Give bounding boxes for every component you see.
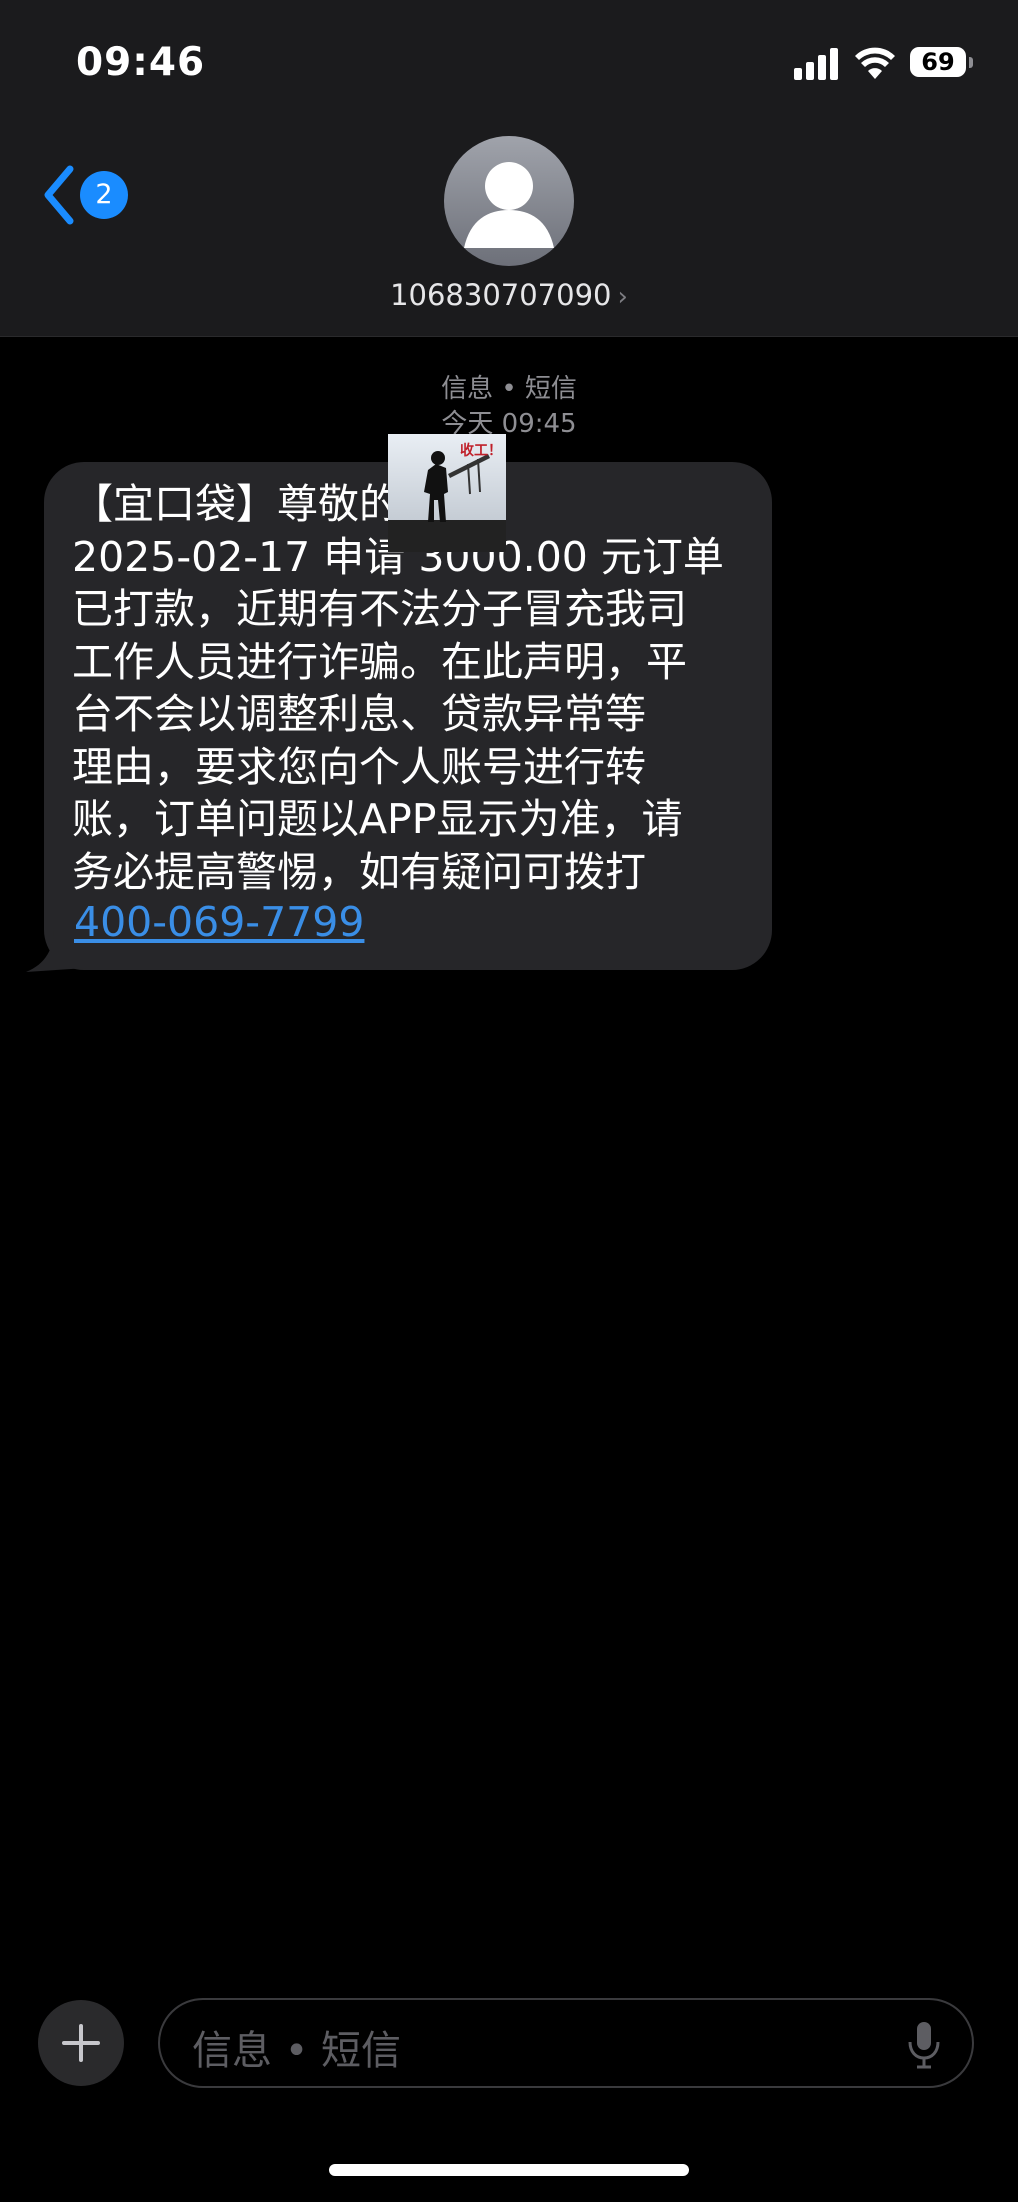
- contact-number: 106830707090: [390, 278, 612, 312]
- contact-name[interactable]: 106830707090 ›: [0, 278, 1018, 312]
- plus-icon: [62, 2024, 100, 2062]
- wifi-icon: [855, 47, 895, 79]
- chevron-right-icon: ›: [617, 282, 628, 312]
- home-indicator[interactable]: [329, 2164, 689, 2176]
- conversation-service-label: 信息 • 短信: [441, 374, 577, 404]
- sticker-image: 收工！: [388, 434, 506, 552]
- message-timestamp: 今天 09:45: [441, 409, 577, 439]
- person-icon: [464, 162, 554, 248]
- message-input[interactable]: 信息 • 短信: [158, 1998, 974, 2088]
- chevron-left-icon: [44, 165, 74, 225]
- sticker-caption: 收工！: [460, 443, 502, 459]
- contact-avatar[interactable]: [444, 136, 574, 266]
- cellular-signal-icon: [794, 48, 840, 80]
- status-time: 09:46: [76, 40, 206, 85]
- battery-indicator: 69: [910, 47, 973, 77]
- back-button[interactable]: 2: [42, 165, 132, 225]
- add-attachment-button[interactable]: [38, 2000, 124, 2086]
- phone-number-link[interactable]: 400-069-7799: [74, 898, 364, 946]
- microphone-icon[interactable]: [906, 2020, 942, 2070]
- conversation-header: 09:46 69 2 106830707090 ›: [0, 0, 1018, 337]
- unread-count-badge: 2: [80, 171, 128, 219]
- message-input-placeholder: 信息 • 短信: [192, 2028, 402, 2074]
